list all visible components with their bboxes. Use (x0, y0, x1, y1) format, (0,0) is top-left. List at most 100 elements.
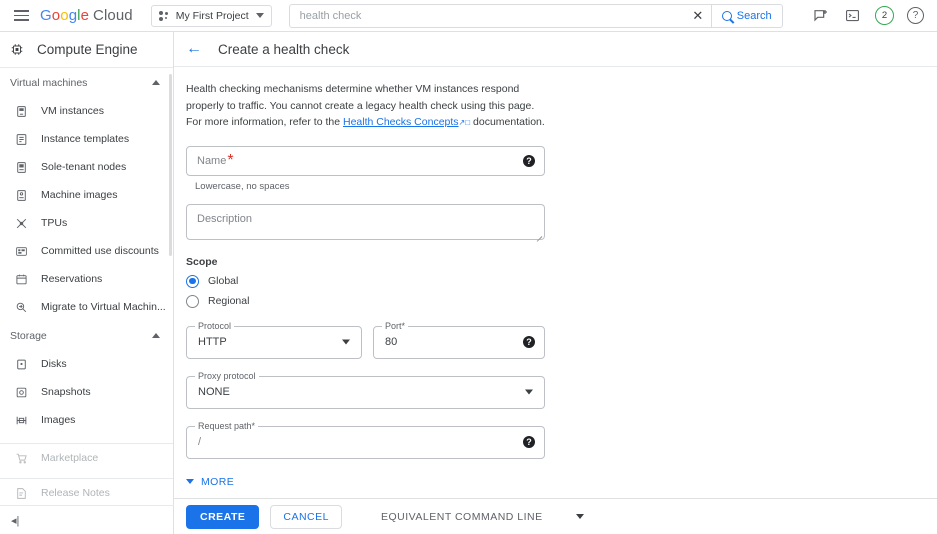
search-input[interactable] (290, 5, 685, 27)
description-field-group: Description (186, 204, 937, 240)
sidebar-scrollbar[interactable] (169, 74, 172, 256)
request-path-label-text: Request path (198, 421, 252, 431)
scope-option-global[interactable]: Global (186, 275, 937, 288)
chevron-down-icon[interactable] (576, 514, 584, 519)
request-path-label: Request path* (195, 421, 258, 431)
description-textarea[interactable]: Description (186, 204, 545, 240)
description-placeholder: Description (197, 213, 252, 225)
scope-label: Scope (186, 256, 937, 268)
feedback-icon[interactable] (811, 6, 830, 25)
marketplace-cart-icon (14, 451, 28, 465)
sidebar-item-label: Snapshots (41, 386, 91, 398)
cloud-shell-icon[interactable] (843, 6, 862, 25)
proxy-protocol-row: Proxy protocol NONE (186, 376, 937, 409)
sidebar-item-label: Instance templates (41, 133, 129, 145)
collapse-panel-icon[interactable]: ◂| (11, 514, 19, 527)
sidebar-group-storage[interactable]: Storage (0, 321, 173, 350)
sidebar-item-sole-tenant-nodes[interactable]: Sole-tenant nodes (0, 153, 173, 181)
search-bar: ✕ Search (289, 4, 783, 28)
protocol-value: HTTP (198, 336, 227, 348)
port-label-text: Port (385, 321, 402, 331)
sidebar-item-instance-templates[interactable]: Instance templates (0, 125, 173, 153)
port-value: 80 (385, 336, 397, 348)
google-cloud-logo[interactable]: Google Cloud (40, 7, 133, 24)
logo-cloud-text: Cloud (93, 7, 133, 24)
compute-engine-icon (10, 43, 24, 57)
chevron-down-icon (256, 13, 264, 18)
request-path-value: / (198, 436, 201, 448)
proxy-protocol-select[interactable]: Proxy protocol NONE (186, 376, 545, 409)
instance-template-icon (14, 132, 28, 146)
name-required-marker: * (227, 152, 233, 170)
sidebar-item-tpus[interactable]: TPUs (0, 209, 173, 237)
page-header: ← Create a health check (174, 32, 937, 67)
main-content: ← Create a health check Health checking … (174, 32, 937, 534)
notification-count: 2 (882, 10, 887, 21)
radio-global[interactable] (186, 275, 199, 288)
more-label: MORE (201, 476, 234, 488)
top-bar-icon-group: 2 ? (811, 6, 937, 25)
sole-tenant-node-icon (14, 160, 28, 174)
sidebar-item-label: Sole-tenant nodes (41, 161, 126, 173)
equivalent-command-line-button[interactable]: EQUIVALENT COMMAND LINE (381, 511, 543, 523)
scope-regional-label: Regional (208, 295, 249, 307)
name-helper-text: Lowercase, no spaces (195, 181, 937, 192)
tpu-icon (14, 216, 28, 230)
more-expander[interactable]: MORE (186, 476, 937, 488)
chevron-down-icon (186, 479, 194, 484)
port-input[interactable]: Port* 80 ? (373, 326, 545, 359)
chevron-down-icon[interactable] (525, 390, 533, 395)
sidebar-item-committed-use-discounts[interactable]: Committed use discounts (0, 237, 173, 265)
protocol-label: Protocol (195, 321, 234, 331)
cancel-button[interactable]: CANCEL (270, 505, 342, 529)
sidebar-item-snapshots[interactable]: Snapshots (0, 378, 173, 406)
sidebar-product-header[interactable]: Compute Engine (0, 32, 173, 68)
chevron-down-icon[interactable] (342, 340, 350, 345)
external-link-icon: ↗□ (459, 118, 471, 127)
sidebar: Compute Engine Virtual machines VM insta… (0, 32, 174, 534)
help-circle-icon[interactable]: ? (523, 436, 535, 448)
notifications-badge[interactable]: 2 (875, 6, 894, 25)
project-selector[interactable]: My First Project (151, 5, 272, 27)
sidebar-item-images[interactable]: Images (0, 406, 173, 434)
scope-option-regional[interactable]: Regional (186, 295, 937, 308)
sidebar-item-marketplace[interactable]: Marketplace (0, 443, 173, 471)
snapshot-icon (14, 385, 28, 399)
create-button[interactable]: CREATE (186, 505, 259, 529)
top-navigation-bar: Google Cloud My First Project ✕ Search (0, 0, 937, 32)
sidebar-item-release-notes[interactable]: Release Notes (0, 478, 173, 506)
protocol-select[interactable]: Protocol HTTP (186, 326, 362, 359)
sidebar-group-label: Virtual machines (10, 77, 87, 89)
health-checks-concepts-link[interactable]: Health Checks Concepts (343, 116, 459, 128)
form-content: Health checking mechanisms determine whe… (174, 67, 937, 534)
help-circle-icon[interactable]: ? (523, 155, 535, 167)
name-input[interactable]: Name* ? (186, 146, 545, 176)
sidebar-item-label: Marketplace (41, 452, 98, 464)
sidebar-item-migrate-to-virtual-machines[interactable]: Migrate to Virtual Machin... (0, 293, 173, 321)
search-icon (722, 11, 732, 21)
sidebar-group-label: Storage (10, 330, 47, 342)
help-glyph: ? (913, 10, 919, 21)
search-button[interactable]: Search (711, 5, 782, 27)
hamburger-menu-icon[interactable] (6, 0, 36, 32)
action-bar: CREATE CANCEL EQUIVALENT COMMAND LINE (174, 498, 937, 534)
help-circle-icon[interactable]: ? (523, 336, 535, 348)
sidebar-scroll-area: Virtual machines VM instances Instance (0, 68, 173, 498)
sidebar-item-label: Migrate to Virtual Machin... (41, 301, 166, 313)
resize-handle-icon[interactable] (534, 230, 542, 238)
sidebar-item-reservations[interactable]: Reservations (0, 265, 173, 293)
sidebar-item-vm-instances[interactable]: VM instances (0, 97, 173, 125)
images-icon (14, 413, 28, 427)
radio-regional[interactable] (186, 295, 199, 308)
sidebar-group-virtual-machines[interactable]: Virtual machines (0, 68, 173, 97)
sidebar-item-disks[interactable]: Disks (0, 350, 173, 378)
request-path-input[interactable]: Request path* / ? (186, 426, 545, 459)
sidebar-item-label: Release Notes (41, 487, 110, 499)
proxy-protocol-value: NONE (198, 386, 230, 398)
help-icon[interactable]: ? (907, 7, 924, 24)
back-arrow-icon[interactable]: ← (186, 41, 202, 57)
release-notes-icon (14, 486, 28, 500)
close-icon[interactable]: ✕ (685, 5, 711, 27)
sidebar-item-label: TPUs (41, 217, 67, 229)
sidebar-item-machine-images[interactable]: Machine images (0, 181, 173, 209)
